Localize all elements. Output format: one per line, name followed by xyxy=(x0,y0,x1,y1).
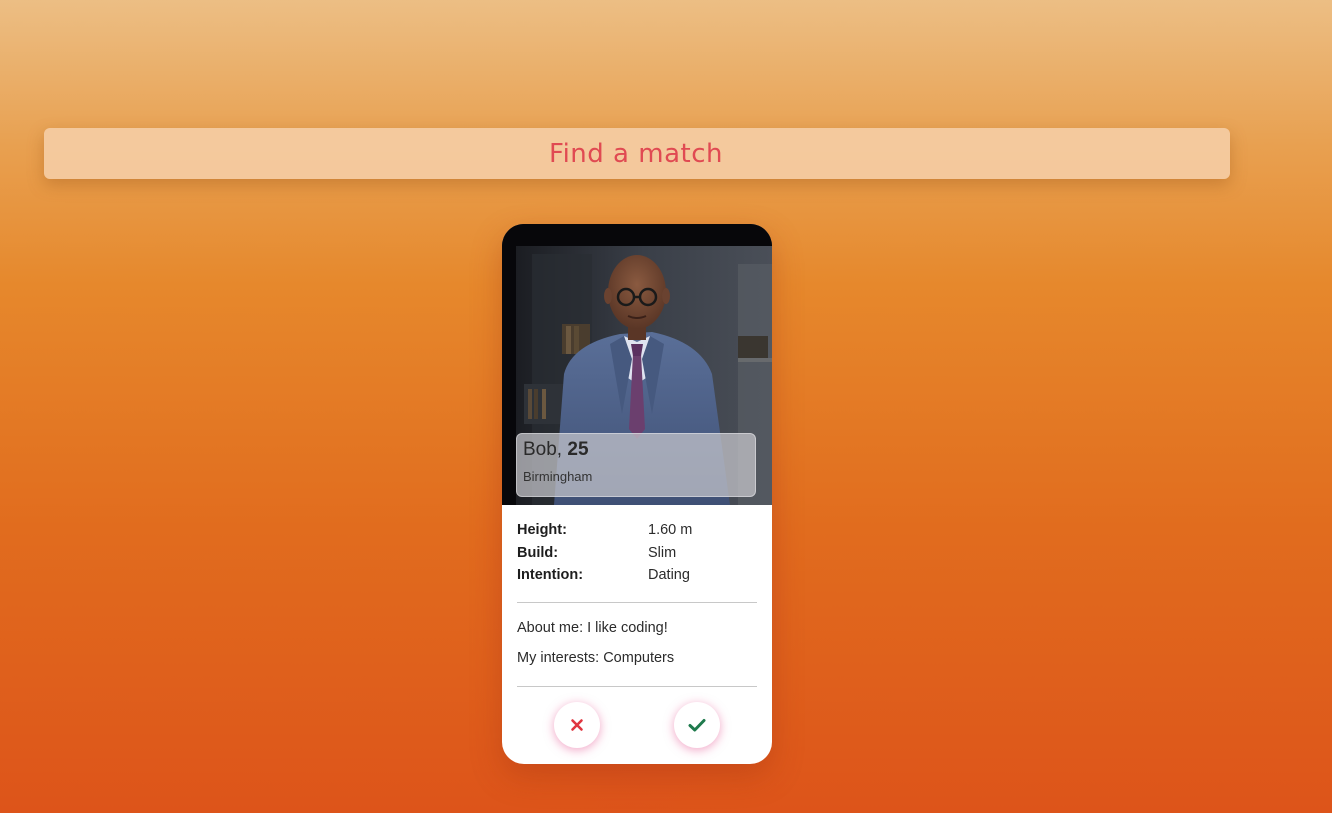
profile-card[interactable]: Bob, 25 Birmingham Height: 1.60 m Build:… xyxy=(502,224,772,764)
page-title: Find a match xyxy=(549,138,723,169)
header-bar: Find a match xyxy=(44,128,1230,179)
close-icon xyxy=(571,719,583,731)
profile-age: 25 xyxy=(567,439,589,460)
divider xyxy=(517,686,757,687)
profile-details: Height: 1.60 m Build: Slim Intention: Da… xyxy=(517,522,757,590)
detail-row-height: Height: 1.60 m xyxy=(517,522,757,545)
about-me: About me: I like coding! xyxy=(517,620,668,636)
profile-city: Birmingham xyxy=(523,469,593,484)
detail-label: Intention: xyxy=(517,567,584,583)
detail-row-intention: Intention: Dating xyxy=(517,567,757,590)
name-overlay: Bob, 25 Birmingham xyxy=(516,433,756,497)
interests: My interests: Computers xyxy=(517,650,675,666)
profile-name: Bob, xyxy=(523,439,563,460)
reject-button[interactable] xyxy=(554,702,600,748)
detail-label: Height: xyxy=(517,522,567,538)
detail-label: Build: xyxy=(517,544,559,561)
detail-value: 1.60 m xyxy=(648,522,693,538)
detail-row-build: Build: Slim xyxy=(517,545,757,568)
detail-value: Dating xyxy=(648,567,690,583)
profile-name-line: Bob, 25 xyxy=(523,439,589,461)
profile-photo: Bob, 25 Birmingham xyxy=(502,224,772,505)
check-icon xyxy=(688,719,706,732)
divider xyxy=(517,602,757,603)
detail-value: Slim xyxy=(648,544,677,561)
accept-button[interactable] xyxy=(674,702,720,748)
